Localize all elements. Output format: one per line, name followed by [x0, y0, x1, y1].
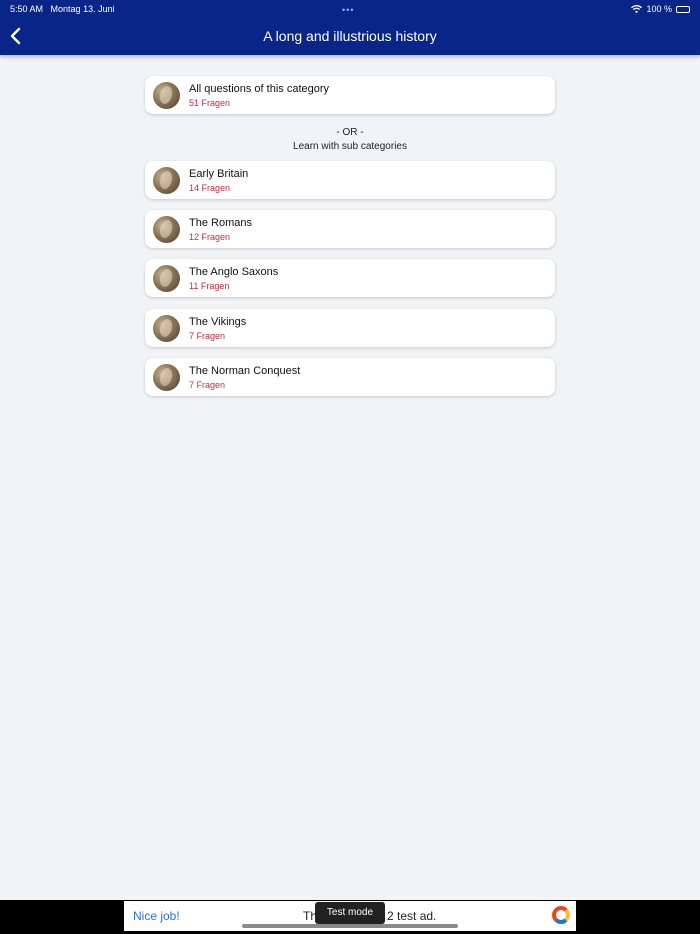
category-avatar [153, 364, 180, 391]
card-count: 51 Fragen [189, 98, 231, 108]
card-title: The Romans [189, 217, 252, 229]
all-questions-card[interactable]: All questions of this category 51 Fragen [145, 76, 555, 114]
ad-logo-icon [552, 906, 570, 924]
card-title: The Vikings [189, 316, 247, 328]
status-time-date: 5:50 AM Montag 13. Juni [10, 0, 115, 18]
subcategories-label: Learn with sub categories [293, 141, 407, 152]
status-time: 5:50 AM [10, 4, 44, 14]
category-avatar [153, 315, 180, 342]
or-divider: - OR - Learn with sub categories [145, 126, 555, 154]
category-avatar [153, 265, 180, 292]
card-count: 7 Fragen [189, 331, 226, 341]
ad-cta[interactable]: Nice job! [133, 909, 180, 923]
card-title: Early Britain [189, 168, 249, 180]
category-card-norman-conquest[interactable]: The Norman Conquest 7 Fragen [145, 358, 555, 396]
status-right: 100 % [631, 0, 690, 18]
category-avatar [153, 82, 180, 109]
home-indicator[interactable] [242, 924, 458, 928]
header-bar: 5:50 AM Montag 13. Juni ••• 100 % A long… [0, 0, 700, 55]
page-title: A long and illustrious history [263, 28, 437, 44]
status-date: Montag 13. Juni [50, 4, 115, 14]
category-card-anglo-saxons[interactable]: The Anglo Saxons 11 Fragen [145, 259, 555, 297]
card-count: 12 Fragen [189, 232, 231, 242]
ad-text-right: 2 test ad. [387, 909, 437, 923]
battery-label: 100 % [646, 4, 672, 14]
battery-icon [676, 5, 690, 13]
card-title: The Anglo Saxons [189, 266, 279, 278]
multitask-dots-icon[interactable]: ••• [342, 1, 354, 19]
or-label: - OR - [336, 127, 364, 138]
card-count: 14 Fragen [189, 183, 231, 193]
card-title: The Norman Conquest [189, 365, 301, 377]
card-count: 7 Fragen [189, 380, 226, 390]
category-card-early-britain[interactable]: Early Britain 14 Fragen [145, 161, 555, 199]
category-card-vikings[interactable]: The Vikings 7 Fragen [145, 309, 555, 347]
wifi-icon [631, 5, 643, 13]
category-card-romans[interactable]: The Romans 12 Fragen [145, 210, 555, 248]
card-title: All questions of this category [189, 83, 330, 95]
category-avatar [153, 167, 180, 194]
test-mode-badge: Test mode [315, 902, 385, 924]
status-bar: 5:50 AM Montag 13. Juni ••• 100 % [0, 0, 700, 18]
category-avatar [153, 216, 180, 243]
card-count: 11 Fragen [189, 281, 230, 291]
